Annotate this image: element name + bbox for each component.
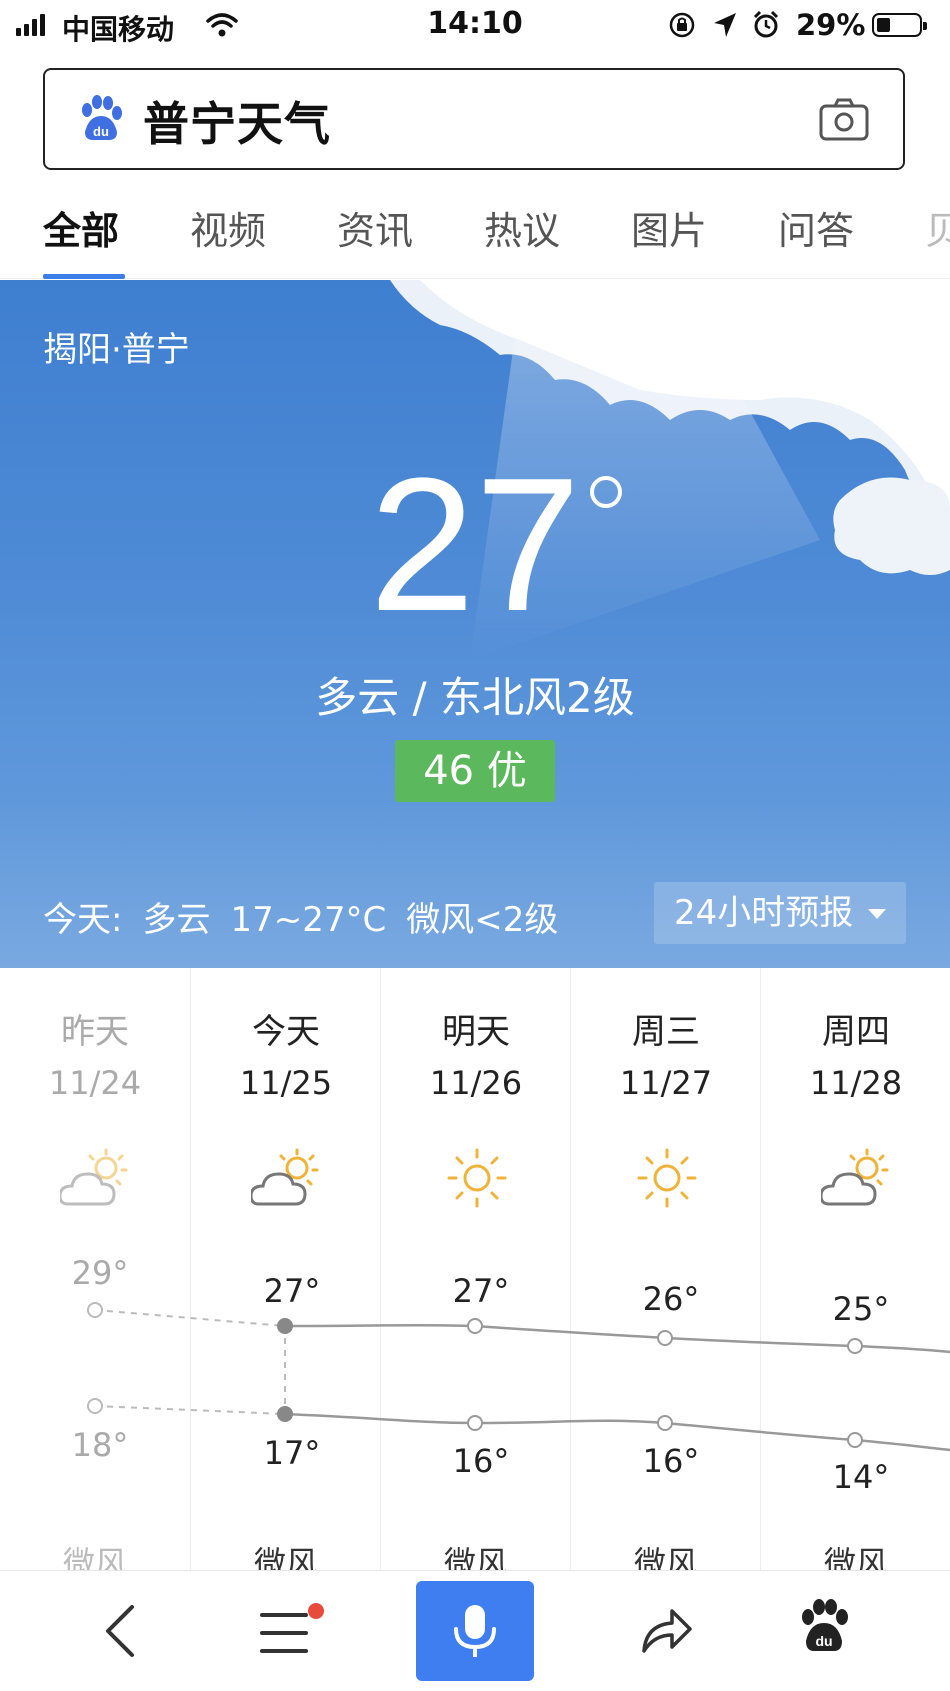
- temp-point: [847, 1432, 863, 1448]
- back-icon[interactable]: [100, 1603, 140, 1659]
- search-tabs: 全部 视频 资讯 热议 图片 问答 贝: [0, 178, 950, 279]
- low-temp: 18°: [71, 1426, 129, 1464]
- temp-point: [87, 1302, 103, 1318]
- high-temp: 25°: [832, 1290, 890, 1328]
- tab-news[interactable]: 资讯: [337, 200, 413, 255]
- baidu-paw-icon[interactable]: du: [798, 1599, 850, 1655]
- temp-point: [847, 1338, 863, 1354]
- hourly-forecast-label: 24小时预报: [674, 893, 854, 933]
- tab-images[interactable]: 图片: [631, 200, 707, 255]
- menu-icon[interactable]: [260, 1611, 308, 1655]
- condition-wind: 多云 / 东北风2级: [315, 673, 635, 722]
- active-tab-indicator: [43, 274, 125, 279]
- low-temp: 16°: [452, 1442, 510, 1480]
- svg-text:du: du: [815, 1633, 832, 1649]
- low-temp: 17°: [263, 1434, 321, 1472]
- svg-text:du: du: [93, 124, 109, 139]
- status-bar: 中国移动 14:10 29%: [0, 0, 950, 52]
- chevron-down-icon: [868, 909, 886, 919]
- notification-dot: [308, 1603, 324, 1619]
- low-temp: 16°: [642, 1442, 700, 1480]
- low-temp: 14°: [832, 1458, 890, 1496]
- tab-qa[interactable]: 问答: [778, 200, 854, 255]
- high-temp: 27°: [452, 1272, 510, 1310]
- today-condition: 多云: [142, 900, 211, 940]
- temp-point: [277, 1318, 293, 1334]
- menu-list-icon[interactable]: [856, 316, 904, 360]
- rotation-lock-icon: [669, 12, 695, 38]
- search-query[interactable]: 普宁天气: [143, 88, 331, 154]
- temp-point: [467, 1415, 483, 1431]
- high-temp: 29°: [71, 1254, 129, 1292]
- today-label: 今天:: [43, 900, 123, 940]
- tab-all[interactable]: 全部: [43, 200, 119, 255]
- tab-overflow[interactable]: 贝: [925, 200, 950, 255]
- baidu-paw-icon: du: [82, 95, 122, 140]
- temp-point: [277, 1406, 293, 1422]
- forecast-panel: 昨天 11/24 微风 今天 11/25 微风 明天 11/26 微风 周三 1…: [0, 968, 950, 1570]
- aqi-badge[interactable]: 46 优: [395, 740, 555, 802]
- speaker-icon[interactable]: [642, 316, 692, 360]
- tab-video[interactable]: 视频: [190, 200, 266, 255]
- camera-icon[interactable]: [819, 98, 869, 142]
- current-temperature: 27: [369, 439, 581, 651]
- temp-point: [467, 1318, 483, 1334]
- search-box[interactable]: du 普宁天气: [43, 68, 905, 170]
- hourly-forecast-button[interactable]: 24小时预报: [654, 882, 906, 944]
- voice-search-button[interactable]: [416, 1581, 534, 1681]
- alarm-icon: [753, 10, 779, 38]
- weather-hero: 揭阳·普宁 27 多云 / 东北风2级 46 优 今天: 多云 17~27°C 微风<…: [0, 280, 950, 968]
- today-summary: 今天: 多云 17~27°C 微风<2级: [43, 892, 578, 941]
- battery-icon: [872, 13, 927, 37]
- share-icon[interactable]: [750, 316, 802, 360]
- high-temp: 26°: [642, 1280, 700, 1318]
- temp-point: [87, 1398, 103, 1414]
- temp-point: [657, 1330, 673, 1346]
- battery-percent: 29%: [796, 8, 866, 42]
- bottom-toolbar: du: [0, 1570, 950, 1691]
- location-label: 揭阳·普宁: [43, 330, 190, 370]
- temp-point: [657, 1415, 673, 1431]
- share-icon[interactable]: [640, 1603, 694, 1655]
- today-wind: 微风<2级: [406, 900, 559, 940]
- tab-discussion[interactable]: 热议: [484, 200, 560, 255]
- today-range: 17~27°C: [230, 900, 387, 940]
- location-arrow-icon: [714, 13, 736, 37]
- microphone-icon: [454, 1605, 496, 1657]
- degree-symbol: [590, 476, 622, 508]
- high-temp: 27°: [263, 1272, 321, 1310]
